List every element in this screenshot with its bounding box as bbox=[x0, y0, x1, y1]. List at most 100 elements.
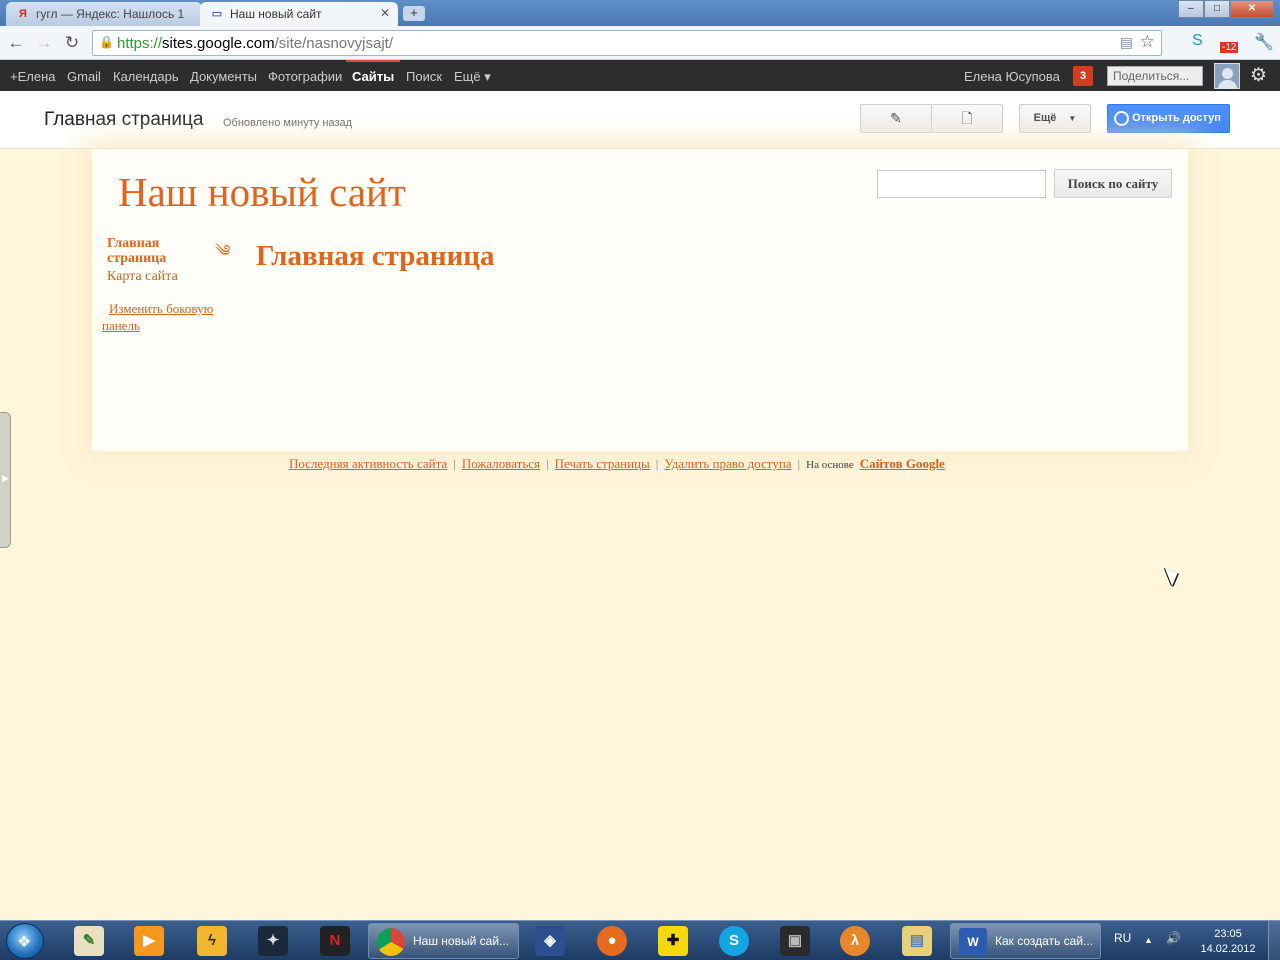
taskbar-button-label: Наш новый сай... bbox=[413, 934, 510, 948]
tab-title: Наш новый сайт bbox=[230, 7, 322, 21]
edit-sidebar-link[interactable]: Изменить боковую панель bbox=[102, 300, 232, 334]
browser-tab-yandex[interactable]: Я гугл — Яндекс: Нашлось 1 bbox=[6, 2, 202, 26]
chrome-icon bbox=[377, 928, 405, 956]
share-label: Открыть доступ bbox=[1132, 112, 1221, 124]
windows-taskbar: ❖ ✎ ▶ ϟ ✦ N Наш новый сай... ◈ ● ✚ S ▣ λ… bbox=[0, 920, 1280, 960]
page-favicon-icon: ▭ bbox=[211, 8, 223, 20]
globe-icon bbox=[1114, 111, 1129, 126]
gbar-item-sites[interactable]: Сайты bbox=[352, 69, 394, 84]
gbar-item-search[interactable]: Поиск bbox=[406, 69, 442, 84]
site-search-input[interactable] bbox=[877, 170, 1046, 198]
show-desktop-button[interactable] bbox=[1268, 921, 1280, 960]
new-tab-button[interactable]: + bbox=[403, 6, 425, 21]
clock-time: 23:05 bbox=[1214, 928, 1242, 940]
sidebar-item-home[interactable]: Главная страница bbox=[107, 236, 207, 266]
page-action-icon[interactable]: ▤ bbox=[1120, 34, 1133, 51]
clock[interactable]: 23:05 14.02.2012 bbox=[1198, 927, 1258, 957]
user-name[interactable]: Елена Юсупова bbox=[964, 69, 1060, 84]
footer-link-print[interactable]: Печать страницы bbox=[555, 456, 650, 471]
gbar-item-gmail[interactable]: Gmail bbox=[67, 69, 101, 84]
browser-tab-sites[interactable]: ▭ Наш новый сайт ✕ bbox=[200, 2, 398, 26]
word-icon: W bbox=[959, 928, 987, 956]
more-actions-button[interactable]: Ещё ▼ bbox=[1019, 104, 1091, 133]
volume-icon[interactable]: 🔊 bbox=[1166, 931, 1181, 945]
site-name[interactable]: Наш новый сайт bbox=[118, 168, 406, 216]
share-input[interactable]: Поделиться... bbox=[1107, 66, 1203, 86]
page-title: Главная страница bbox=[44, 109, 204, 130]
skype-icon[interactable]: S bbox=[719, 926, 749, 956]
winamp-icon[interactable]: ϟ bbox=[197, 926, 227, 956]
footer-separator: | bbox=[655, 456, 659, 471]
content-title: Главная страница bbox=[256, 240, 495, 272]
half-life-icon[interactable]: λ bbox=[840, 926, 870, 956]
start-button[interactable]: ❖ bbox=[6, 923, 44, 959]
firefox-icon[interactable]: ● bbox=[597, 926, 627, 956]
tray-expand-icon[interactable]: ▲ bbox=[1144, 935, 1153, 945]
yandex-favicon-icon: Я bbox=[19, 8, 27, 20]
taskbar-word-button[interactable]: W Как создать сай... bbox=[950, 923, 1101, 959]
tab-close-icon[interactable]: ✕ bbox=[380, 6, 390, 20]
share-button[interactable]: Открыть доступ bbox=[1107, 104, 1230, 133]
minimize-button[interactable]: – bbox=[1178, 0, 1204, 18]
close-window-button[interactable]: ✕ bbox=[1230, 0, 1274, 18]
footer-link-report[interactable]: Пожаловаться bbox=[462, 456, 540, 471]
taskbar-button-label: Как создать сай... bbox=[995, 934, 1094, 948]
notification-count-badge[interactable]: 3 bbox=[1073, 66, 1093, 86]
bookmark-star-icon[interactable]: ☆ bbox=[1140, 32, 1155, 52]
world-of-tanks-icon[interactable]: ▣ bbox=[780, 926, 810, 956]
url-path: /site/nasnovyjsajt/ bbox=[274, 35, 393, 52]
google-bar: +Елена Gmail Календарь Документы Фотогра… bbox=[0, 60, 1280, 91]
explorer-folder-icon[interactable]: ▤ bbox=[902, 926, 932, 956]
side-panel-handle[interactable]: ▶ bbox=[0, 412, 11, 548]
edit-page-button[interactable]: ✎ bbox=[860, 104, 932, 133]
weather-extension-badge[interactable]: -12 bbox=[1220, 42, 1239, 53]
footer-link-remove-access[interactable]: Удалить право доступа bbox=[664, 456, 791, 471]
avatar[interactable] bbox=[1214, 63, 1240, 89]
network-app-icon[interactable]: ◈ bbox=[535, 926, 565, 956]
forward-arrow-icon[interactable]: → bbox=[34, 33, 54, 53]
gbar-item-photos[interactable]: Фотографии bbox=[268, 69, 342, 84]
more-label: Ещё bbox=[1033, 112, 1057, 124]
browser-toolbar: ← → ↻ 🔒 https://sites.google.com/site/na… bbox=[0, 26, 1280, 60]
lock-icon: 🔒 bbox=[99, 35, 114, 49]
gbar-item-profile[interactable]: +Елена bbox=[10, 69, 56, 84]
gear-icon[interactable]: ⚙ bbox=[1250, 64, 1267, 87]
browser-tab-strip: Я гугл — Яндекс: Нашлось 1 ▭ Наш новый с… bbox=[0, 0, 1280, 26]
wrench-menu-icon[interactable]: 🔧 bbox=[1254, 32, 1274, 52]
expand-arrow-icon: ▶ bbox=[2, 473, 9, 483]
game-icon[interactable]: N bbox=[320, 926, 350, 956]
footer-separator: | bbox=[453, 456, 456, 471]
updated-status: Обновлено минуту назад bbox=[223, 117, 353, 129]
tab-title: гугл — Яндекс: Нашлось 1 bbox=[36, 7, 185, 21]
mouse-cursor-icon bbox=[1164, 563, 1182, 587]
gbar-item-calendar[interactable]: Календарь bbox=[113, 69, 179, 84]
windows-logo-icon: ❖ bbox=[17, 934, 32, 951]
new-page-icon: 🗋 bbox=[961, 110, 973, 126]
clock-date: 14.02.2012 bbox=[1200, 943, 1256, 955]
skype-extension-icon[interactable]: S bbox=[1192, 32, 1203, 50]
site-search-button[interactable]: Поиск по сайту bbox=[1054, 169, 1172, 198]
sidebar-item-sitemap[interactable]: Карта сайта bbox=[107, 269, 178, 285]
footer-google-sites-link[interactable]: Сайтов Google bbox=[860, 456, 945, 471]
window-controls: – □ ✕ bbox=[1178, 0, 1274, 18]
gbar-item-docs[interactable]: Документы bbox=[190, 69, 257, 84]
sites-header: Главная страница Обновлено минуту назад … bbox=[0, 91, 1280, 149]
footer-separator: | bbox=[797, 456, 801, 471]
caret-down-icon: ▼ bbox=[1068, 114, 1077, 123]
back-arrow-icon[interactable]: ← bbox=[6, 33, 26, 53]
icq-plus-icon[interactable]: ✚ bbox=[658, 926, 688, 956]
gbar-item-more[interactable]: Ещё ▾ bbox=[454, 69, 491, 85]
address-bar[interactable]: 🔒 https://sites.google.com/site/nasnovyj… bbox=[92, 30, 1162, 56]
reload-icon[interactable]: ↻ bbox=[62, 33, 82, 53]
ornament-icon: ༄ bbox=[215, 243, 231, 260]
maximize-button[interactable]: □ bbox=[1204, 0, 1230, 18]
footer-separator: | bbox=[546, 456, 549, 471]
counter-strike-icon[interactable]: ✦ bbox=[258, 926, 288, 956]
taskbar-chrome-button[interactable]: Наш новый сай... bbox=[368, 923, 519, 959]
footer-based-on: На основе bbox=[806, 459, 854, 471]
new-page-button[interactable]: 🗋 bbox=[931, 104, 1003, 133]
footer-link-activity[interactable]: Последняя активность сайта bbox=[289, 456, 447, 471]
media-player-icon[interactable]: ▶ bbox=[134, 926, 164, 956]
notepad-icon[interactable]: ✎ bbox=[74, 926, 104, 956]
language-indicator[interactable]: RU bbox=[1114, 931, 1131, 945]
